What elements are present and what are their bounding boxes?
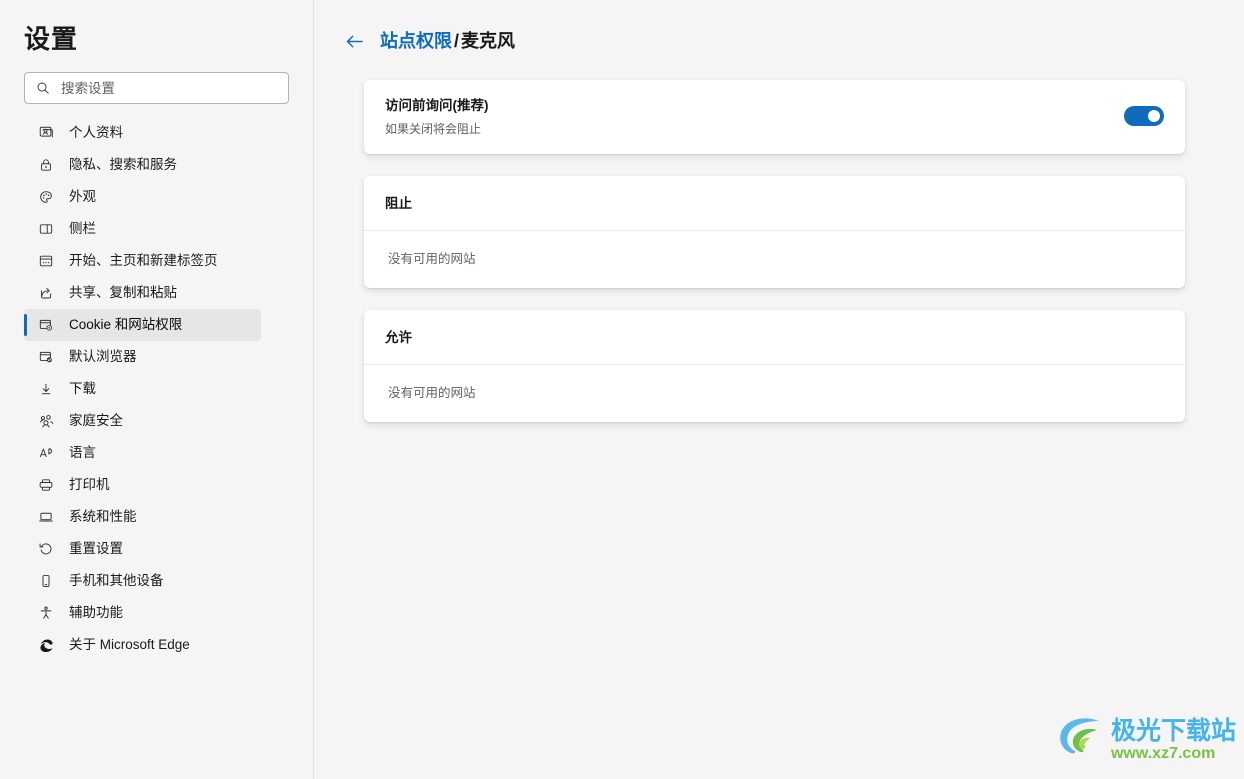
site-watermark: 极光下载站 www.xz7.com <box>1057 715 1236 766</box>
browser-check-icon <box>37 348 55 366</box>
cards-container: 访问前询问(推荐) 如果关闭将会阻止 阻止 没有可用的网站 允许 没有可用的网站 <box>364 80 1185 422</box>
sidebar-item-start-home-newtab[interactable]: 开始、主页和新建标签页 <box>24 245 261 277</box>
reset-arrow-icon <box>37 540 55 558</box>
sidebar-item-label: Cookie 和网站权限 <box>69 317 183 332</box>
watermark-text: 极光下载站 www.xz7.com <box>1111 718 1236 763</box>
sidebar-item-label: 辅助功能 <box>69 605 123 620</box>
ask-before-access-texts: 访问前询问(推荐) 如果关闭将会阻止 <box>385 96 489 137</box>
search-input[interactable] <box>61 73 280 103</box>
allow-card: 允许 没有可用的网站 <box>364 310 1185 422</box>
profile-card-icon <box>37 124 55 142</box>
watermark-title: 极光下载站 <box>1110 717 1236 745</box>
accessibility-icon <box>37 604 55 622</box>
sidebar-item-label: 开始、主页和新建标签页 <box>69 253 218 268</box>
printer-icon <box>37 476 55 494</box>
sidebar-item-languages[interactable]: 语言 <box>24 437 261 469</box>
allow-card-empty-text: 没有可用的网站 <box>388 386 476 400</box>
palette-icon <box>37 188 55 206</box>
settings-page: 设置 个人资料 <box>0 0 1244 779</box>
sidebar-item-label: 隐私、搜索和服务 <box>69 157 177 172</box>
sidebar-item-label: 打印机 <box>69 477 110 492</box>
edge-logo-icon <box>37 636 55 654</box>
watermark-url: www.xz7.com <box>1110 745 1216 762</box>
sidebar-item-label: 重置设置 <box>69 541 123 556</box>
toggle-knob <box>1148 110 1160 122</box>
language-a-icon <box>37 444 55 462</box>
sidebar-item-privacy[interactable]: 隐私、搜索和服务 <box>24 149 261 181</box>
sidebar-item-label: 手机和其他设备 <box>69 573 164 588</box>
page-title: 设置 <box>24 24 79 54</box>
ask-before-access-title: 访问前询问(推荐) <box>385 97 489 113</box>
sidebar-item-about-edge[interactable]: 关于 Microsoft Edge <box>24 629 261 661</box>
sidebar-item-accessibility[interactable]: 辅助功能 <box>24 597 261 629</box>
sidebar-item-label: 侧栏 <box>69 221 96 236</box>
sidebar: 设置 个人资料 <box>0 0 314 779</box>
block-card-title: 阻止 <box>364 176 1185 231</box>
sidebar-item-label: 家庭安全 <box>69 413 123 428</box>
sidebar-item-label: 个人资料 <box>69 125 123 140</box>
cookie-settings-icon <box>37 316 55 334</box>
laptop-icon <box>37 508 55 526</box>
ask-before-access-toggle[interactable] <box>1124 106 1164 126</box>
sidebar-item-profile[interactable]: 个人资料 <box>24 117 261 149</box>
main-content: 站点权限 / 麦克风 访问前询问(推荐) 如果关闭将会阻止 阻止 没有可用的网站… <box>314 0 1244 779</box>
sidebar-item-label: 默认浏览器 <box>69 349 137 364</box>
lock-icon <box>37 156 55 174</box>
sidebar-item-system-performance[interactable]: 系统和性能 <box>24 501 261 533</box>
browser-window-icon <box>37 252 55 270</box>
breadcrumb-current: 麦克风 <box>461 31 516 51</box>
breadcrumb-text: 站点权限 / 麦克风 <box>380 30 515 52</box>
sidebar-item-appearance[interactable]: 外观 <box>24 181 261 213</box>
family-people-icon <box>37 412 55 430</box>
block-card: 阻止 没有可用的网站 <box>364 176 1185 288</box>
sidebar-item-reset-settings[interactable]: 重置设置 <box>24 533 261 565</box>
watermark-logo-icon <box>1057 715 1109 766</box>
download-arrow-icon <box>37 380 55 398</box>
sidebar-item-share-copy-paste[interactable]: 共享、复制和粘贴 <box>24 277 261 309</box>
sidebar-item-label: 共享、复制和粘贴 <box>69 285 177 300</box>
search-icon <box>36 81 50 95</box>
breadcrumb-parent-link[interactable]: 站点权限 <box>380 31 452 51</box>
breadcrumb-separator: / <box>454 31 460 51</box>
sidebar-item-sidebar[interactable]: 侧栏 <box>24 213 261 245</box>
sidebar-item-label: 外观 <box>69 189 96 204</box>
sidebar-item-cookies-site-permissions[interactable]: Cookie 和网站权限 <box>24 309 261 341</box>
phone-icon <box>37 572 55 590</box>
ask-before-access-card: 访问前询问(推荐) 如果关闭将会阻止 <box>364 80 1185 154</box>
sidebar-item-downloads[interactable]: 下载 <box>24 373 261 405</box>
search-box[interactable] <box>24 72 289 104</box>
sidebar-item-label: 语言 <box>69 445 96 460</box>
allow-card-title: 允许 <box>364 310 1185 365</box>
share-icon <box>37 284 55 302</box>
sidebar-item-label: 关于 Microsoft Edge <box>69 637 190 652</box>
sidebar-item-label: 下载 <box>69 381 96 396</box>
ask-before-access-row: 访问前询问(推荐) 如果关闭将会阻止 <box>364 80 1185 154</box>
block-card-empty-text: 没有可用的网站 <box>388 252 476 266</box>
back-arrow-icon[interactable] <box>343 30 365 52</box>
ask-before-access-subtitle: 如果关闭将会阻止 <box>385 121 482 136</box>
sidebar-item-printers[interactable]: 打印机 <box>24 469 261 501</box>
sidebar-panel-icon <box>37 220 55 238</box>
sidebar-item-default-browser[interactable]: 默认浏览器 <box>24 341 261 373</box>
sidebar-item-family-safety[interactable]: 家庭安全 <box>24 405 261 437</box>
sidebar-item-label: 系统和性能 <box>69 509 137 524</box>
breadcrumb: 站点权限 / 麦克风 <box>314 0 1244 52</box>
sidebar-item-phone-other-devices[interactable]: 手机和其他设备 <box>24 565 261 597</box>
sidebar-nav: 个人资料 隐私、搜索和服务 外观 侧栏 开始、主页和新建标签页 共享、复制和粘贴… <box>0 117 313 661</box>
